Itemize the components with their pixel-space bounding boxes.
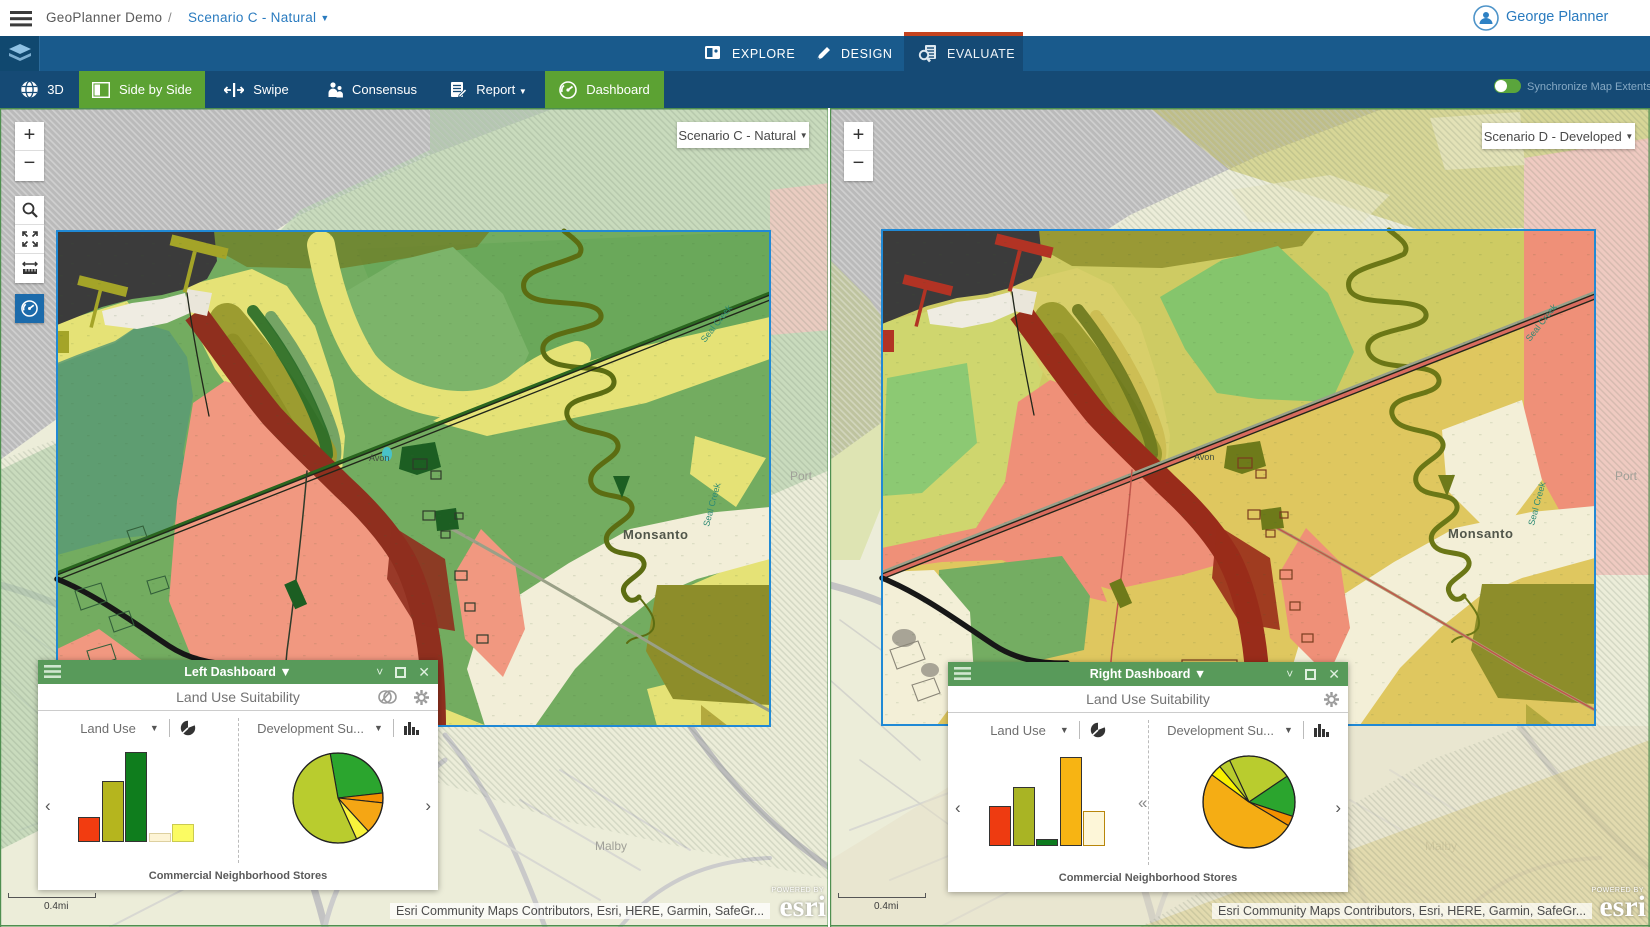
svg-text:Port: Port: [1615, 469, 1638, 483]
svg-text:Avon: Avon: [1194, 452, 1214, 462]
svg-text:Port: Port: [790, 469, 813, 483]
svg-text:Monsanto: Monsanto: [1448, 526, 1513, 541]
svg-text:Avon: Avon: [369, 453, 389, 463]
svg-text:Malby: Malby: [595, 839, 627, 853]
svg-text:Monsanto: Monsanto: [623, 527, 688, 542]
